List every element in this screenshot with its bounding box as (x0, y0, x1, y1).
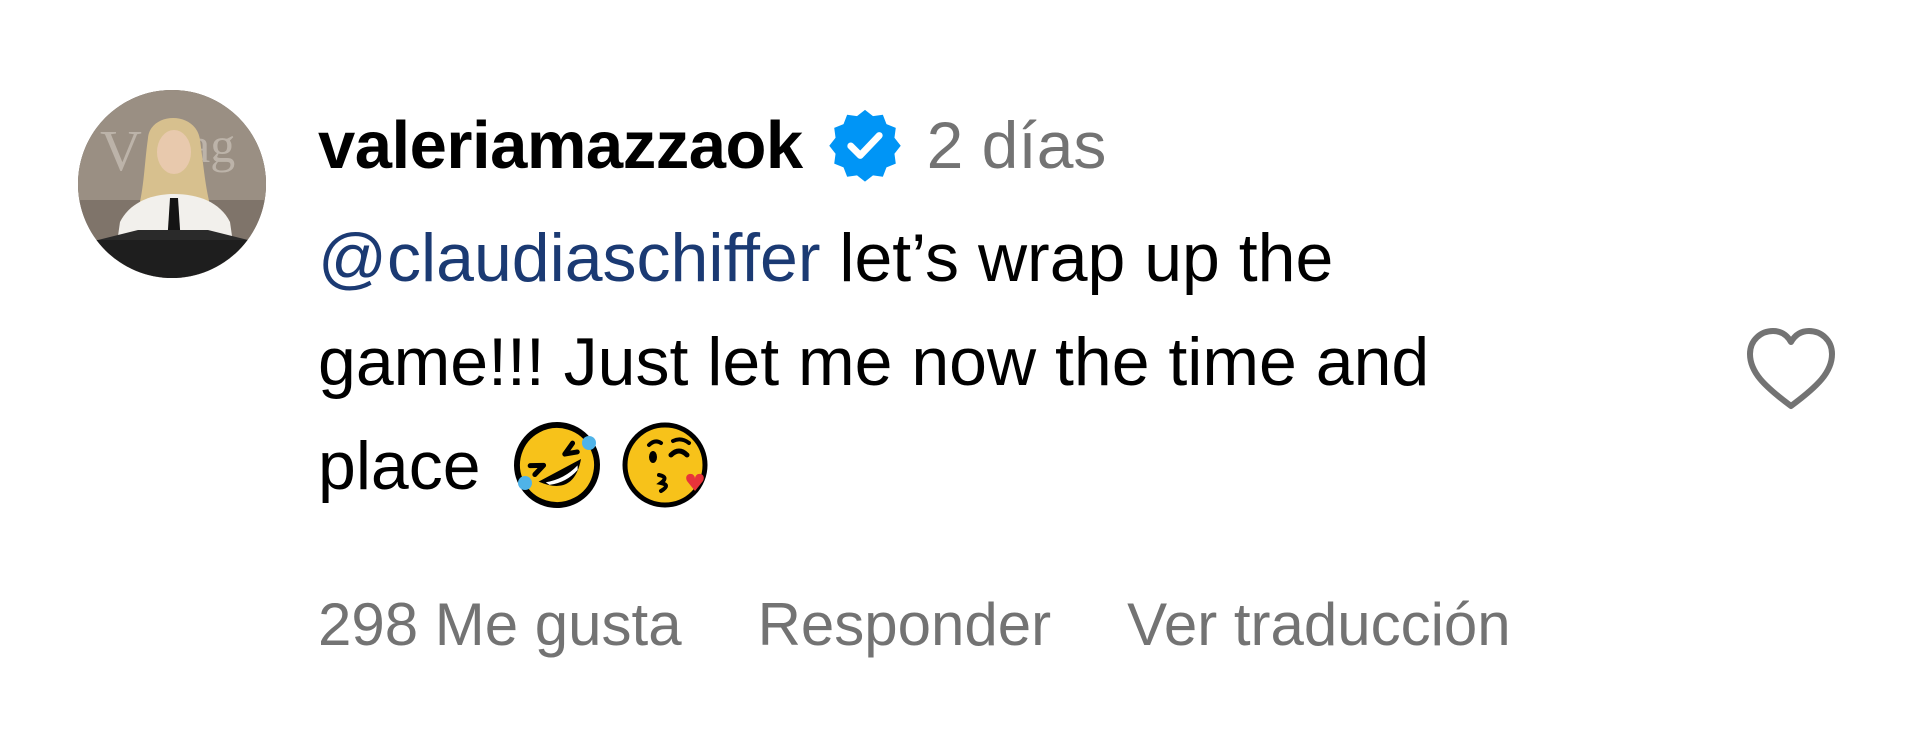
see-translation-button[interactable]: Ver traducción (1127, 590, 1511, 659)
comment-timestamp: 2 días (926, 108, 1107, 182)
comment-text-segment: place (318, 428, 481, 504)
comment: V ag valeriamazzaok 2 días @claudiaschif… (0, 0, 1920, 756)
comment-line-1: @claudiaschiffer let’s wrap up the (318, 206, 1718, 310)
rolling-on-floor-laughing-emoji (511, 419, 603, 511)
face-blowing-kiss-emoji (621, 419, 713, 511)
avatar-photo: V ag (78, 90, 266, 278)
avatar[interactable]: V ag (78, 90, 266, 278)
likes-count-link[interactable]: 298 Me gusta (318, 590, 682, 659)
comment-header: valeriamazzaok 2 días (318, 100, 1106, 190)
comment-line-3: place (318, 414, 1718, 518)
username-link[interactable]: valeriamazzaok (318, 107, 803, 184)
comment-line-2: game!!! Just let me now the time and (318, 324, 1430, 400)
comment-text: @claudiaschiffer let’s wrap up the game!… (318, 206, 1718, 518)
verified-badge-icon (827, 107, 903, 183)
heart-outline-icon[interactable] (1744, 326, 1838, 412)
comment-actions: 298 Me gusta Responder Ver traducción (318, 590, 1511, 659)
mention-link[interactable]: @claudiaschiffer (318, 220, 820, 296)
svg-text:V: V (100, 118, 142, 183)
comment-text-segment: let’s wrap up the (820, 220, 1334, 296)
reply-button[interactable]: Responder (758, 590, 1052, 659)
